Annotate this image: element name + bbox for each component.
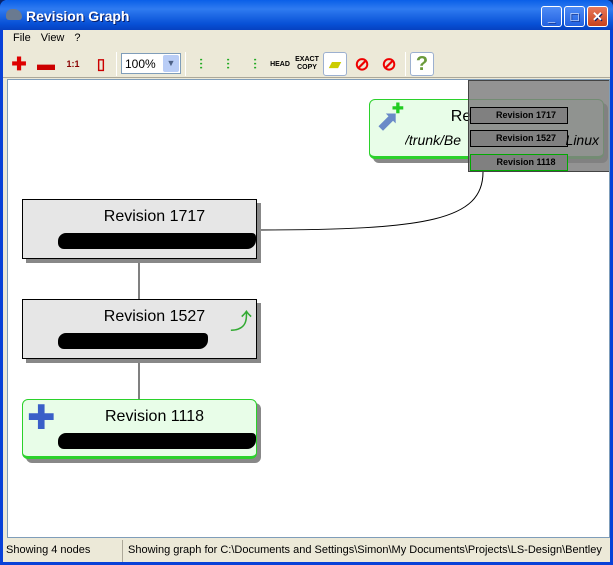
minus-icon: ▬ (37, 53, 55, 74)
fold-tags-icon[interactable]: ⫶ (243, 52, 267, 76)
revision-graph-window: Revision Graph _ □ ✕ File View ? ✚ ▬ 1:1… (0, 0, 613, 565)
chevron-down-icon[interactable]: ▼ (163, 55, 179, 72)
zoom-select[interactable]: 100% ▼ (121, 53, 181, 74)
exact-copy-button[interactable]: EXACT COPY (295, 52, 319, 76)
maximize-button[interactable]: □ (564, 6, 585, 27)
edge-1717-to-copy (257, 171, 484, 231)
redacted-path (58, 333, 208, 349)
revision-node-1717[interactable]: Revision 1717 (22, 199, 257, 259)
zoom-value: 100% (125, 57, 156, 71)
separator (405, 52, 406, 76)
overview-panel[interactable]: Revision 1717 Revision 1527 Revision 111… (468, 80, 609, 172)
zoom-out-button[interactable]: ▬ (34, 52, 58, 76)
node-revision-label: Revision 1717 (103, 208, 206, 225)
node-revision-label: Revision 1527 (103, 308, 206, 325)
toolbar: ✚ ▬ 1:1 ▯ 100% ▼ ⫶ ⫶ ⫶ HEAD EXACT COPY ▰ … (3, 48, 610, 78)
overview-node: Revision 1118 (470, 154, 568, 171)
menu-view[interactable]: View (37, 30, 71, 48)
hide-deleted-icon[interactable]: ⊘ (350, 52, 374, 76)
menu-bar: File View ? (3, 30, 610, 48)
close-button[interactable]: ✕ (587, 6, 608, 27)
status-bar: Showing 4 nodes Showing graph for C:\Doc… (3, 540, 610, 562)
menu-file[interactable]: File (9, 30, 37, 48)
node-path-end: Linux (565, 132, 599, 148)
revision-node-1527[interactable]: ⤴ Revision 1527 (22, 299, 257, 359)
separator (116, 52, 117, 76)
status-path: Showing graph for C:\Documents and Setti… (128, 544, 602, 556)
menu-help[interactable]: ? (70, 30, 86, 48)
help-button[interactable]: ? (410, 52, 434, 76)
overview-node: Revision 1527 (470, 130, 568, 147)
revision-node-1118[interactable]: ✚ Revision 1118 (22, 399, 257, 459)
graph-canvas[interactable]: ⬈ ✚ Revision 1717 /trunk/Be Linux Revisi… (7, 79, 610, 538)
redacted-path (58, 433, 256, 449)
title-bar: Revision Graph _ □ ✕ (0, 0, 613, 30)
zoom-1to1-button[interactable]: 1:1 (61, 52, 85, 76)
show-head-button[interactable]: HEAD (267, 52, 293, 76)
separator (185, 52, 186, 76)
zoom-in-button[interactable]: ✚ (7, 52, 31, 76)
node-revision-label: Revision 1118 (104, 408, 205, 425)
status-node-count: Showing 4 nodes (3, 540, 123, 562)
hide-unchanged-icon[interactable]: ⊘ (377, 52, 401, 76)
tortoise-app-icon (6, 9, 22, 20)
show-tags-icon[interactable]: ▰ (323, 52, 347, 76)
overview-node: Revision 1717 (470, 107, 568, 124)
page-icon[interactable]: ▯ (89, 52, 113, 76)
group-branches-icon[interactable]: ⫶ (189, 52, 213, 76)
top-align-icon[interactable]: ⫶ (216, 52, 240, 76)
plus-icon: ✚ (11, 53, 27, 74)
redacted-path (58, 233, 256, 249)
window-title: Revision Graph (26, 8, 130, 24)
minimize-button[interactable]: _ (541, 6, 562, 27)
